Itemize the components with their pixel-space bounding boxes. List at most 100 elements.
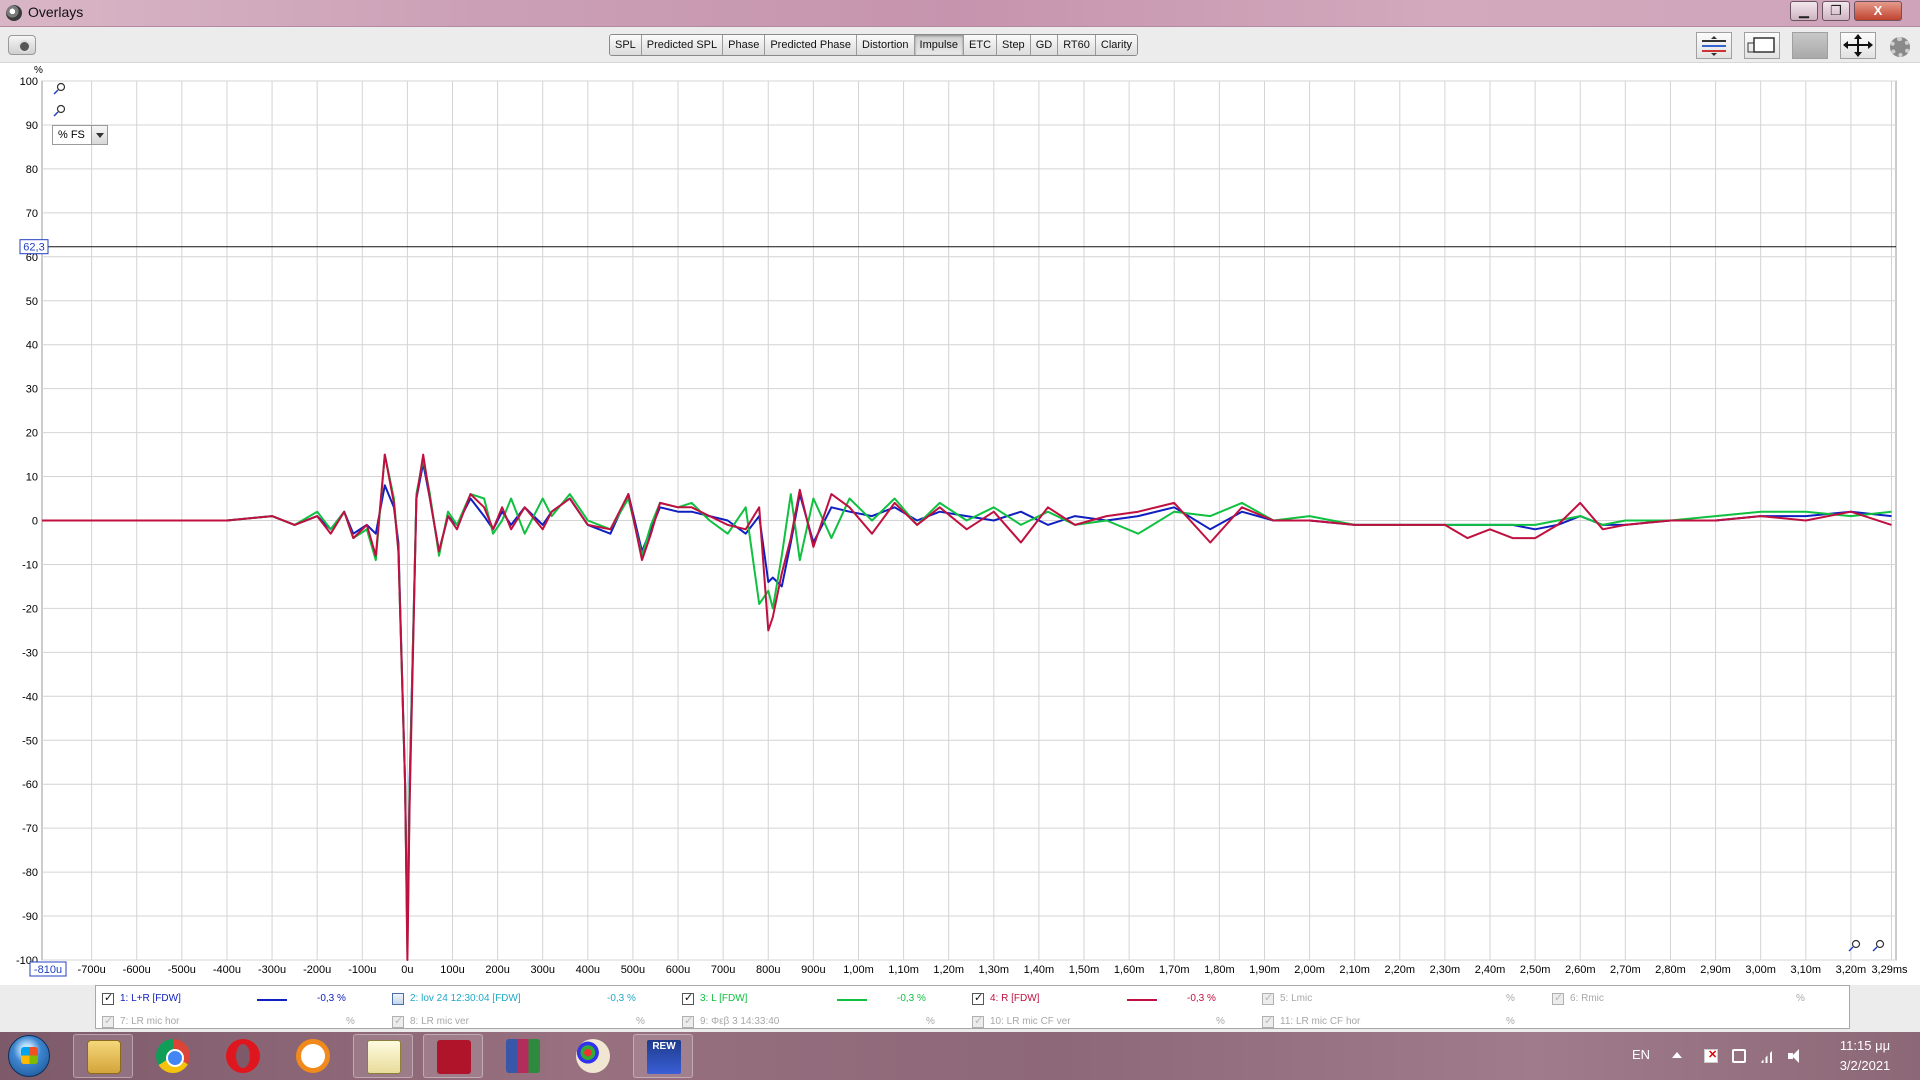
impulse-chart[interactable]: 1009080706050403020100-10-20-30-40-50-60… xyxy=(0,63,1920,985)
y-tick-label: -90 xyxy=(22,911,38,923)
legend-label[interactable]: 8: LR mic ver xyxy=(410,1016,469,1027)
legend-label[interactable]: 4: R [FDW] xyxy=(990,993,1039,1004)
y-tick-label: 100 xyxy=(20,76,38,88)
taskbar-chrome[interactable] xyxy=(143,1034,203,1078)
tab-predicted-phase[interactable]: Predicted Phase xyxy=(765,35,858,55)
legend-label[interactable]: 2: lov 24 12:30:04 [FDW] xyxy=(410,993,521,1004)
legend-checkbox[interactable] xyxy=(102,991,114,1005)
x-tick-label: 3,00m xyxy=(1745,964,1776,976)
scale-select[interactable]: % FS xyxy=(52,125,108,145)
legend-panel: 1: L+R [FDW]-0,3 %2: lov 24 12:30:04 [FD… xyxy=(95,985,1850,1029)
x-tick-label: 2,70m xyxy=(1610,964,1641,976)
legend-label[interactable]: 3: L [FDW] xyxy=(700,993,747,1004)
camera-icon[interactable] xyxy=(8,35,36,55)
window-title: Overlays xyxy=(28,4,84,20)
legend-item: 5: Lmic% xyxy=(1262,991,1547,1007)
legend-checkbox[interactable] xyxy=(1262,991,1274,1005)
legend-unit: % xyxy=(1506,993,1515,1004)
x-tick-label: 900u xyxy=(801,964,825,976)
tab-spl[interactable]: SPL xyxy=(610,35,642,55)
legend-checkbox[interactable] xyxy=(102,1014,114,1028)
minimize-button[interactable]: ▁ xyxy=(1790,1,1818,21)
legend-checkbox[interactable] xyxy=(682,991,694,1005)
taskbar-notepad[interactable] xyxy=(353,1034,413,1078)
language-indicator[interactable]: EN xyxy=(1632,1047,1650,1062)
windows-start-icon[interactable] xyxy=(8,1035,50,1077)
y-tick-label: -50 xyxy=(22,735,38,747)
tab-rt60[interactable]: RT60 xyxy=(1058,35,1096,55)
close-button[interactable]: X xyxy=(1854,1,1902,21)
taskbar-explorer[interactable] xyxy=(73,1034,133,1078)
move-graph-button[interactable] xyxy=(1840,32,1876,59)
legend-checkbox[interactable] xyxy=(682,1014,694,1028)
x-tick-label: -500u xyxy=(168,964,196,976)
zoom-out-x-icon[interactable] xyxy=(1872,939,1886,953)
maximize-button[interactable]: ❐ xyxy=(1822,1,1850,21)
legend-checkbox[interactable] xyxy=(972,991,984,1005)
legend-label[interactable]: 11: LR mic CF hor xyxy=(1280,1016,1360,1027)
x-tick-label: 1,60m xyxy=(1114,964,1145,976)
zoom-in-y-icon[interactable] xyxy=(53,82,67,96)
legend-checkbox[interactable] xyxy=(1552,991,1564,1005)
x-tick-label: 1,80m xyxy=(1204,964,1235,976)
taskbar-rew-dark[interactable] xyxy=(423,1034,483,1078)
x-tick-label: 500u xyxy=(621,964,645,976)
tab-clarity[interactable]: Clarity xyxy=(1095,35,1138,55)
zoom-in-x-icon[interactable] xyxy=(1848,939,1862,953)
tab-step[interactable]: Step xyxy=(997,35,1031,55)
tab-impulse[interactable]: Impulse xyxy=(914,35,965,55)
scale-select-value: % FS xyxy=(58,129,85,141)
taskbar-paint[interactable] xyxy=(563,1034,623,1078)
taskbar-winrar[interactable] xyxy=(493,1034,553,1078)
rew-app-icon xyxy=(6,5,22,21)
legend-item: 7: LR mic hor% xyxy=(102,1014,387,1030)
tab-predicted-spl[interactable]: Predicted SPL xyxy=(641,35,724,55)
gear-icon[interactable] xyxy=(1890,37,1910,57)
action-center-flag-icon[interactable] xyxy=(1704,1048,1718,1063)
zoom-out-y-icon[interactable] xyxy=(53,104,67,118)
window-settings-button[interactable] xyxy=(1744,32,1780,59)
tab-etc[interactable]: ETC xyxy=(964,35,998,55)
legend-label[interactable]: 10: LR mic CF ver xyxy=(990,1016,1071,1027)
toolbar: SPL Predicted SPL Phase Predicted Phase Dist… xyxy=(0,27,1920,63)
legend-label[interactable]: 5: Lmic xyxy=(1280,993,1312,1004)
legend-unit: % xyxy=(1796,993,1805,1004)
paint-icon xyxy=(576,1039,610,1073)
tab-gd[interactable]: GD xyxy=(1030,35,1059,55)
blank-tool-button[interactable] xyxy=(1792,32,1828,59)
taskbar-rew[interactable]: REW xyxy=(633,1034,693,1078)
volume-icon[interactable] xyxy=(1788,1049,1802,1063)
network-signal-icon[interactable] xyxy=(1760,1049,1774,1063)
legend-label[interactable]: 6: Rmic xyxy=(1570,993,1604,1004)
y-tick-label: 0 xyxy=(32,516,38,528)
x-start-label: -810u xyxy=(34,964,62,976)
chrome-icon xyxy=(156,1039,190,1073)
clock-date[interactable]: 3/2/2021 xyxy=(1820,1058,1910,1073)
cursor-value-label: 62,3 xyxy=(23,242,44,254)
legend-label[interactable]: 1: L+R [FDW] xyxy=(120,993,181,1004)
title-bar: Overlays ▁ ❐ X xyxy=(0,0,1920,27)
graph-area[interactable]: 100 90 80 70 60 50 40 30 20 10 0 -10 -20 -30 -40 -50 -60… xyxy=(0,63,1920,985)
legend-label[interactable]: 9: Φεβ 3 14:33:40 xyxy=(700,1016,779,1027)
stack-graphs-button[interactable] xyxy=(1696,32,1732,59)
tab-phase[interactable]: Phase xyxy=(723,35,766,55)
x-tick-label: 100u xyxy=(440,964,464,976)
legend-label[interactable]: 7: LR mic hor xyxy=(120,1016,179,1027)
y-tick-label: -60 xyxy=(22,779,38,791)
avast-browser-icon xyxy=(296,1039,330,1073)
x-tick-label: 1,40m xyxy=(1024,964,1055,976)
chevron-down-icon[interactable] xyxy=(91,126,107,144)
legend-checkbox[interactable] xyxy=(392,1014,404,1028)
winrar-icon xyxy=(506,1039,540,1073)
clock-time[interactable]: 11:15 μμ xyxy=(1820,1038,1910,1053)
legend-checkbox[interactable] xyxy=(1262,1014,1274,1028)
y-tick-label: -70 xyxy=(22,823,38,835)
legend-checkbox[interactable] xyxy=(972,1014,984,1028)
taskbar-avast[interactable] xyxy=(283,1034,343,1078)
y-tick-label: -80 xyxy=(22,867,38,879)
taskbar-opera[interactable] xyxy=(213,1034,273,1078)
legend-checkbox[interactable] xyxy=(392,993,404,1005)
power-icon[interactable] xyxy=(1732,1049,1746,1063)
tab-distortion[interactable]: Distortion xyxy=(857,35,915,55)
show-hidden-icons-icon[interactable] xyxy=(1672,1052,1682,1058)
